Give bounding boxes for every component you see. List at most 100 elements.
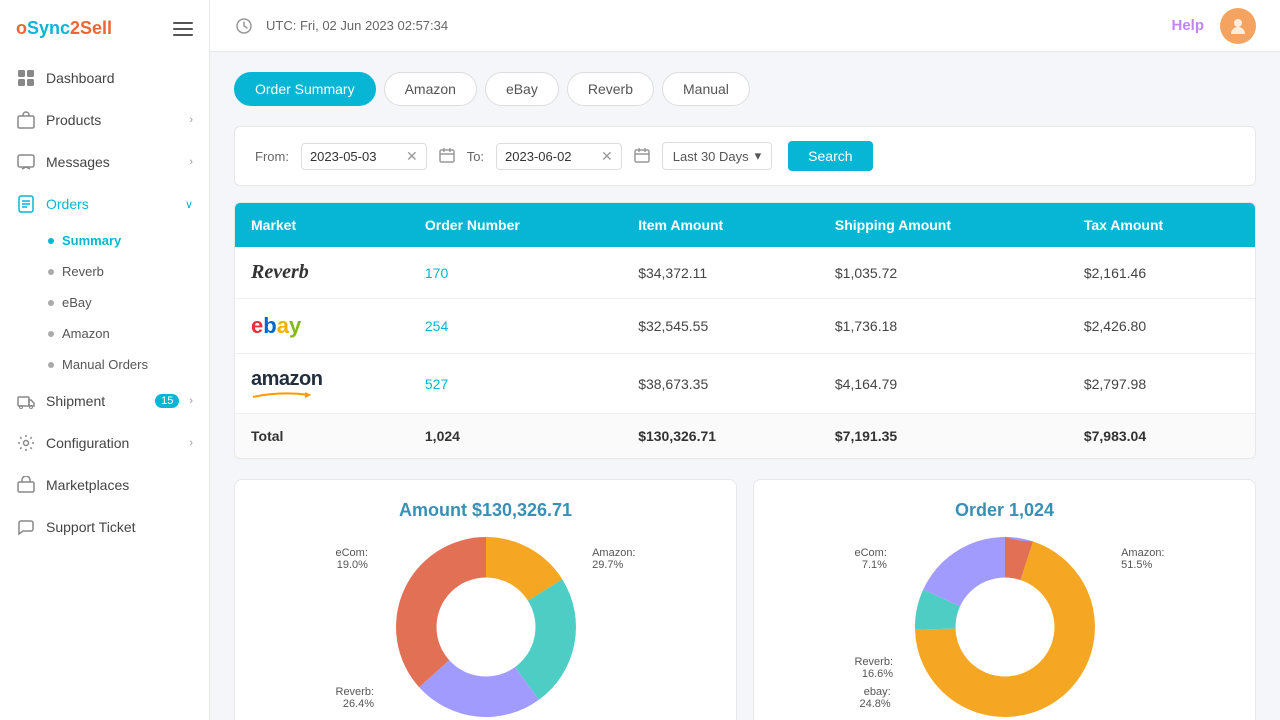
amazon-order-label: Amazon: 51.5% (1121, 547, 1164, 571)
item-amount-cell: $38,673.35 (622, 354, 819, 414)
orders-submenu: Summary Reverb eBay Amazon Manual Orders (0, 225, 209, 380)
config-icon (16, 433, 36, 453)
to-clear-button[interactable]: ✕ (601, 149, 613, 163)
tab-order-summary[interactable]: Order Summary (234, 72, 376, 106)
market-cell: amazon (235, 354, 409, 414)
table-total-row: Total 1,024 $130,326.71 $7,191.35 $7,983… (235, 414, 1255, 459)
sidebar-item-products[interactable]: Products › (0, 99, 209, 141)
total-orders: 1,024 (409, 414, 622, 459)
amazon-label: Amazon: 29.7% (592, 547, 635, 571)
main-area: UTC: Fri, 02 Jun 2023 02:57:34 Help Orde… (210, 0, 1280, 720)
from-date-wrap: ✕ (301, 143, 427, 170)
market-cell: Reverb (235, 247, 409, 299)
sidebar-item-marketplaces[interactable]: Marketplaces (0, 464, 209, 506)
from-label: From: (255, 149, 289, 164)
market-cell: ebay (235, 299, 409, 354)
order-number-cell: 254 (409, 299, 622, 354)
header-right: Help (1171, 8, 1256, 44)
from-date-input[interactable] (310, 149, 400, 164)
date-range-dropdown[interactable]: Last 30 Days ▾ (662, 142, 772, 170)
sidebar-item-label: Orders (46, 196, 175, 212)
to-calendar-button[interactable] (634, 147, 650, 166)
total-item-amount: $130,326.71 (622, 414, 819, 459)
order-chart-title: Order 1,024 (774, 500, 1235, 521)
sidebar-item-manual[interactable]: Manual Orders (0, 349, 209, 380)
submenu-label: eBay (62, 295, 92, 310)
shipment-badge: 15 (155, 394, 179, 408)
filter-bar: From: ✕ To: ✕ Last 30 Days ▾ Search (234, 126, 1256, 186)
charts-row: Amount $130,326.71 (234, 479, 1256, 720)
sidebar-item-configuration[interactable]: Configuration › (0, 422, 209, 464)
from-clear-button[interactable]: ✕ (406, 149, 418, 163)
chevron-right-icon: › (189, 437, 193, 449)
chevron-right-icon: › (189, 114, 193, 126)
sidebar-item-messages[interactable]: Messages › (0, 141, 209, 183)
total-tax: $7,983.04 (1068, 414, 1255, 459)
search-button[interactable]: Search (788, 141, 872, 171)
sidebar-item-label: Shipment (46, 393, 141, 409)
clock-icon (234, 16, 254, 36)
dot (48, 269, 54, 275)
header: UTC: Fri, 02 Jun 2023 02:57:34 Help (210, 0, 1280, 52)
submenu-label: Amazon (62, 326, 110, 341)
col-shipping-amount: Shipping Amount (819, 203, 1068, 247)
hamburger-button[interactable] (173, 22, 193, 36)
sidebar-item-reverb[interactable]: Reverb (0, 256, 209, 287)
logo-area: oSync2Sell (0, 0, 209, 57)
logo: oSync2Sell (16, 18, 112, 39)
sidebar-item-orders[interactable]: Orders ∨ (0, 183, 209, 225)
messages-icon (16, 152, 36, 172)
amount-donut: Amazon: 29.7% eCom: 19.0% Reverb: 26.4% (396, 537, 576, 720)
tax-amount-cell: $2,797.98 (1068, 354, 1255, 414)
sidebar-item-ebay[interactable]: eBay (0, 287, 209, 318)
sidebar-item-dashboard[interactable]: Dashboard (0, 57, 209, 99)
ebay-order-label: ebay: 24.8% (860, 686, 891, 710)
chevron-down-icon: ▾ (755, 148, 762, 164)
total-shipping: $7,191.35 (819, 414, 1068, 459)
tab-ebay[interactable]: eBay (485, 72, 559, 106)
ecom-order-label: eCom: 7.1% (855, 547, 887, 571)
from-calendar-button[interactable] (439, 147, 455, 166)
order-chart-card: Order 1,024 (753, 479, 1256, 720)
products-icon (16, 110, 36, 130)
dot (48, 331, 54, 337)
shipping-amount-cell: $1,035.72 (819, 247, 1068, 299)
sidebar-item-label: Marketplaces (46, 477, 193, 493)
col-market: Market (235, 203, 409, 247)
active-dot (48, 238, 54, 244)
tab-amazon[interactable]: Amazon (384, 72, 477, 106)
ecom-label: eCom: 19.0% (336, 547, 368, 571)
user-avatar[interactable] (1220, 8, 1256, 44)
item-amount-cell: $32,545.55 (622, 299, 819, 354)
table-row: ebay 254 $32,545.55 $1,736.18 $2,426.80 (235, 299, 1255, 354)
tab-manual[interactable]: Manual (662, 72, 750, 106)
reverb-order-label: Reverb: 16.6% (855, 656, 894, 680)
ebay-logo: ebay (251, 313, 301, 338)
sidebar-item-shipment[interactable]: Shipment 15 › (0, 380, 209, 422)
table-row: Reverb 170 $34,372.11 $1,035.72 $2,161.4… (235, 247, 1255, 299)
order-donut: Amazon: 51.5% eCom: 7.1% Reverb: 16.6% (915, 537, 1095, 720)
sidebar-item-summary[interactable]: Summary (0, 225, 209, 256)
help-link[interactable]: Help (1171, 17, 1204, 34)
chevron-right-icon: › (189, 156, 193, 168)
marketplaces-icon (16, 475, 36, 495)
sidebar-item-amazon[interactable]: Amazon (0, 318, 209, 349)
sidebar-item-support[interactable]: Support Ticket (0, 506, 209, 548)
content-area: Order Summary Amazon eBay Reverb Manual … (210, 52, 1280, 720)
chevron-right-icon: › (189, 395, 193, 407)
sidebar-item-label: Messages (46, 154, 179, 170)
date-range-label: Last 30 Days (673, 149, 749, 164)
support-icon (16, 517, 36, 537)
tab-reverb[interactable]: Reverb (567, 72, 654, 106)
tab-bar: Order Summary Amazon eBay Reverb Manual (234, 72, 1256, 106)
to-date-input[interactable] (505, 149, 595, 164)
col-order-number: Order Number (409, 203, 622, 247)
sidebar: oSync2Sell Dashboard Products › Messages… (0, 0, 210, 720)
chevron-down-icon: ∨ (185, 198, 193, 211)
amazon-logo: amazon (251, 368, 393, 399)
orders-table: Market Order Number Item Amount Shipping… (234, 202, 1256, 459)
submenu-label: Summary (62, 233, 121, 248)
orders-icon (16, 194, 36, 214)
amount-chart-title: Amount $130,326.71 (255, 500, 716, 521)
dot (48, 362, 54, 368)
